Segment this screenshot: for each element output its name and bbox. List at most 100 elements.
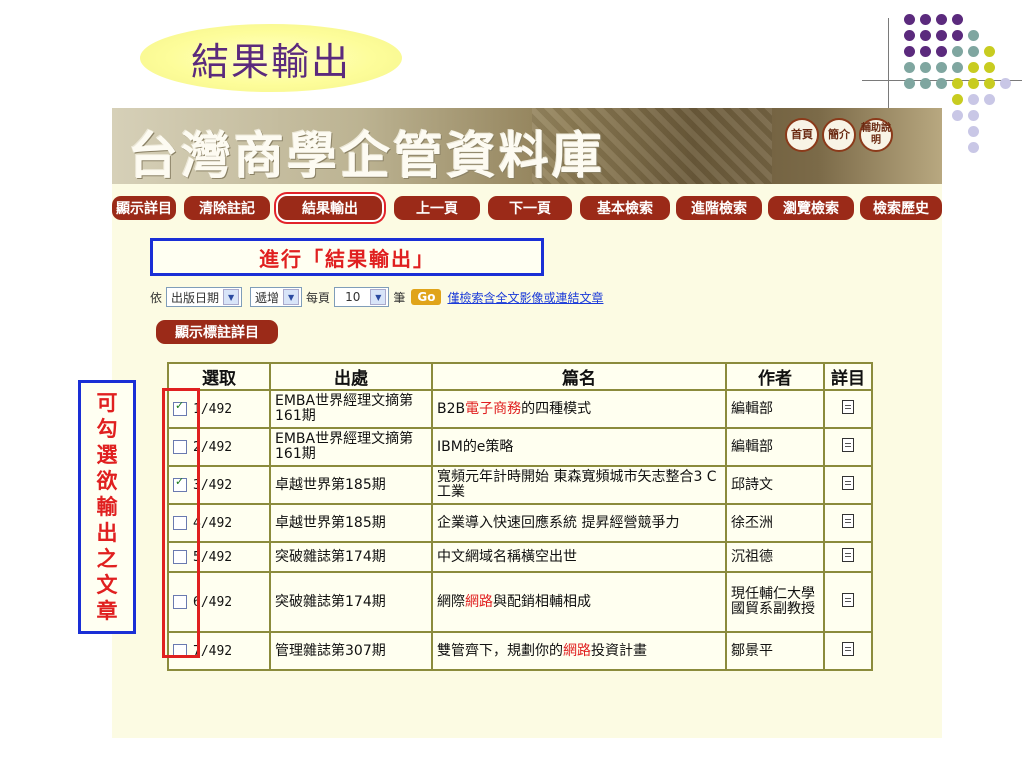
export-results-button[interactable]: 結果輸出 [278, 196, 382, 220]
decor-dot [968, 94, 979, 105]
chevron-down-icon: ▼ [283, 289, 300, 305]
title-text: 電子商務 [465, 400, 522, 417]
title-cell[interactable]: IBM的e策略 [431, 427, 727, 467]
search-history-button[interactable]: 檢索歷史 [860, 196, 942, 220]
callout-char: 選 [96, 442, 118, 467]
show-details-button[interactable]: 顯示詳目 [112, 196, 176, 220]
detail-cell [823, 389, 873, 429]
source-cell: 卓越世界第185期 [269, 465, 433, 505]
show-annotated-details-button[interactable]: 顯示標註詳目 [156, 320, 278, 344]
per-page-select[interactable]: 10 ▼ [334, 287, 390, 307]
decor-dot [984, 46, 995, 57]
document-icon[interactable] [842, 400, 854, 414]
home-button[interactable]: 首頁 [785, 118, 819, 152]
col-author: 作者 [725, 362, 825, 391]
callout-char: 勾 [96, 416, 118, 441]
per-page-label: 每頁 [306, 290, 331, 305]
table-header-row: 選取 出處 篇名 作者 詳目 [167, 362, 873, 391]
advanced-search-button[interactable]: 進階檢索 [676, 196, 762, 220]
col-select: 選取 [167, 362, 271, 391]
chevron-down-icon: ▼ [370, 289, 387, 305]
document-icon[interactable] [842, 476, 854, 490]
title-text: 投資計畫 [591, 642, 647, 659]
author-cell: 編輯部 [725, 389, 825, 429]
title-cell[interactable]: 寬頻元年計時開始 東森寬頻城市矢志整合3 C工業 [431, 465, 727, 505]
detail-cell [823, 503, 873, 543]
document-icon[interactable] [842, 514, 854, 528]
title-text: 與配銷相輔相成 [493, 593, 591, 610]
title-cell[interactable]: 雙管齊下，規劃你的網路投資計畫 [431, 631, 727, 671]
browse-search-button[interactable]: 瀏覽檢索 [768, 196, 854, 220]
basic-search-button[interactable]: 基本檢索 [580, 196, 670, 220]
title-text: 寬頻元年計時開始 東森寬頻城市矢志整合3 C工業 [437, 469, 717, 500]
go-button[interactable]: Go [411, 289, 442, 305]
checkbox-highlight-box [162, 388, 200, 658]
sort-field-value: 出版日期 [171, 290, 220, 305]
document-icon[interactable] [842, 438, 854, 452]
source-cell: EMBA世界經理文摘第161期 [269, 389, 433, 429]
document-icon[interactable] [842, 593, 854, 607]
author-cell: 現任輔仁大學國貿系副教授 [725, 571, 825, 633]
decor-dot [920, 62, 931, 73]
fulltext-only-link[interactable]: 僅檢索含全文影像或連結文章 [447, 289, 603, 306]
prev-page-button[interactable]: 上一頁 [394, 196, 480, 220]
clear-marks-button[interactable]: 清除註記 [184, 196, 270, 220]
decor-dot [920, 46, 931, 57]
title-cell[interactable]: 網際網路與配銷相輔相成 [431, 571, 727, 633]
next-page-button[interactable]: 下一頁 [488, 196, 572, 220]
decor-dot [936, 46, 947, 57]
table-row: 6/492 突破雜誌第174期 網際網路與配銷相輔相成 現任輔仁大學國貿系副教授 [167, 571, 873, 633]
table-row: 5/492 突破雜誌第174期 中文網域名稱橫空出世 沉祖德 [167, 541, 873, 573]
decor-dot [968, 78, 979, 89]
title-text: 網路 [465, 593, 493, 610]
detail-cell [823, 631, 873, 671]
intro-button[interactable]: 簡介 [822, 118, 856, 152]
title-cell[interactable]: 企業導入快速回應系統 提昇經營競爭力 [431, 503, 727, 543]
title-cell[interactable]: B2B電子商務的四種模式 [431, 389, 727, 429]
title-text: B2B [437, 400, 466, 417]
sort-order-value: 遞增 [255, 290, 280, 305]
callout-char: 欲 [96, 468, 118, 493]
decor-dot [984, 94, 995, 105]
source-cell: 管理雜誌第307期 [269, 631, 433, 671]
title-text: 企業導入快速回應系統 提昇經營競爭力 [437, 514, 680, 531]
decor-dot [952, 94, 963, 105]
decor-dot [936, 78, 947, 89]
decor-dot [952, 14, 963, 25]
callout-char: 章 [96, 598, 118, 623]
decor-dot [952, 30, 963, 41]
detail-cell [823, 571, 873, 633]
document-icon[interactable] [842, 548, 854, 562]
title-text: 中文網域名稱橫空出世 [437, 548, 577, 565]
slide-title: 結果輸出 [190, 39, 351, 84]
title-cell[interactable]: 中文網域名稱橫空出世 [431, 541, 727, 573]
per-page-value: 10 [345, 290, 361, 304]
sort-prefix: 依 [150, 290, 163, 305]
decor-dot [952, 46, 963, 57]
decor-dot [920, 14, 931, 25]
title-text: IBM的e策略 [437, 438, 514, 455]
author-cell: 鄒景平 [725, 631, 825, 671]
help-button[interactable]: 輔助說明 [859, 118, 893, 152]
sort-order-select[interactable]: 遞增 ▼ [250, 287, 303, 307]
decor-dot [1000, 78, 1011, 89]
source-cell: EMBA世界經理文摘第161期 [269, 427, 433, 467]
decor-dot [936, 14, 947, 25]
document-icon[interactable] [842, 642, 854, 656]
decor-dot [904, 46, 915, 57]
database-banner: 台灣商學企管資料庫 首頁 簡介 輔助說明 [112, 108, 942, 184]
export-callout: 進行「結果輸出」 [150, 238, 544, 276]
database-title: 台灣商學企管資料庫 [128, 126, 605, 184]
author-cell: 編輯部 [725, 427, 825, 467]
decor-dot [936, 30, 947, 41]
sort-field-select[interactable]: 出版日期 ▼ [166, 287, 243, 307]
table-row: 2/492 EMBA世界經理文摘第161期 IBM的e策略 編輯部 [167, 427, 873, 467]
decor-dot [968, 46, 979, 57]
detail-cell [823, 427, 873, 467]
detail-cell [823, 465, 873, 505]
decor-dot [952, 78, 963, 89]
decor-dot [904, 78, 915, 89]
author-cell: 徐丕洲 [725, 503, 825, 543]
title-text: 網際 [437, 593, 465, 610]
source-cell: 突破雜誌第174期 [269, 541, 433, 573]
